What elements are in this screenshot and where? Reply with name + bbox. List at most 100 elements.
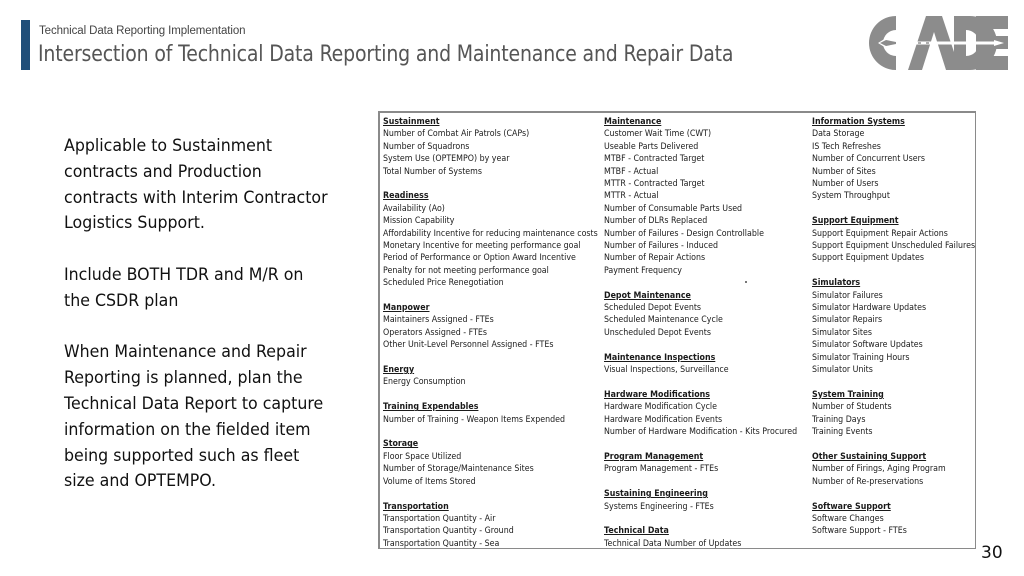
stray-dot xyxy=(745,281,747,283)
table-item: Energy Consumption xyxy=(383,377,466,388)
table-group: Simulators Simulator Failures Simulator Ha… xyxy=(812,277,989,376)
cade-logo-dart-icon xyxy=(869,16,1008,70)
table-item: Number of Squadrons xyxy=(383,141,470,152)
table-item: System Throughput xyxy=(812,191,890,202)
table-item: IS Tech Refreshes xyxy=(812,141,881,152)
body-paragraph: When Maintenance and Repair Reporting is… xyxy=(64,342,324,492)
table-item: MTTR - Contracted Target xyxy=(604,179,705,190)
table-group: Information Systems Data Storage IS Tech R… xyxy=(812,116,989,203)
table-group-heading: Other Sustaining Support xyxy=(812,451,927,462)
table-item: Systems Engineering - FTEs xyxy=(604,501,714,512)
table-item: Number of Combat Air Patrols (CAPs) xyxy=(383,129,530,140)
table-item: Transportation Quantity - Sea xyxy=(383,538,500,549)
slide-subtitle: Technical Data Reporting Implementation xyxy=(39,25,246,37)
table-item: Visual Inspections, Surveillance xyxy=(604,365,729,376)
table-item: Floor Space Utilized xyxy=(383,451,462,462)
table-group-heading: Depot Maintenance xyxy=(604,290,691,301)
table-item: Hardware Modification Events xyxy=(604,414,723,425)
table-group-heading: Transportation xyxy=(383,501,449,512)
table-group-heading: Training Expendables xyxy=(383,402,479,413)
table-group-heading: Program Management xyxy=(604,451,704,462)
table-item: Support Equipment Updates xyxy=(812,253,924,264)
table-item: Number of Storage/Maintenance Sites xyxy=(383,464,534,475)
table-item: Software Support - FTEs xyxy=(812,526,907,537)
table-group: Training Expendables Number of Training -… xyxy=(383,401,616,426)
table-item: MTTR - Actual xyxy=(604,191,659,202)
table-group: Depot Maintenance Scheduled Depot Events S… xyxy=(604,290,814,340)
table-group-heading: Information Systems xyxy=(812,117,905,127)
body-paragraph: Include BOTH TDR and M/R on the CSDR pla… xyxy=(64,264,304,311)
table-group-heading: Software Support xyxy=(812,501,891,512)
table-item: Affordability Incentive for reducing mai… xyxy=(383,228,598,239)
table-item: Simulator Training Hours xyxy=(812,352,910,363)
table-group-heading: Simulators xyxy=(812,278,861,289)
table-group-heading: Maintenance xyxy=(604,117,662,127)
table-group-heading: Technical Data xyxy=(604,526,669,537)
table-item: Useable Parts Delivered xyxy=(604,141,699,152)
table-group: Storage Floor Space Utilized Number of Sto… xyxy=(383,438,616,488)
table-group: Transportation Transportation Quantity - … xyxy=(383,501,616,551)
table-group-heading: Readiness xyxy=(383,191,429,202)
table-group: Maintenance Customer Wait Time (CWT) Useab… xyxy=(604,116,814,277)
table-item: Number of Failures - Induced xyxy=(604,241,719,252)
title-accent-bar xyxy=(21,20,30,70)
table-item: Hardware Modification Cycle xyxy=(604,402,718,413)
table-item: Other Unit-Level Personnel Assigned - FT… xyxy=(383,340,554,351)
table-item: Volume of Items Stored xyxy=(383,476,476,487)
table-item: Mission Capability xyxy=(383,216,455,227)
table-item: Number of Failures - Design Controllable xyxy=(604,228,764,239)
table-group: Program Management Program Management - F… xyxy=(604,451,814,476)
page-number: 30 xyxy=(981,543,1003,563)
table-group: Sustaining Engineering Systems Engineerin… xyxy=(604,488,814,513)
table-group: Software Support Software Changes Software… xyxy=(812,501,989,538)
table-item: Simulator Hardware Updates xyxy=(812,303,927,314)
table-item: Simulator Sites xyxy=(812,327,872,338)
table-item: Number of DLRs Replaced xyxy=(604,216,708,227)
table-item: Software Changes xyxy=(812,513,884,524)
table-group: Hardware Modifications Hardware Modificat… xyxy=(604,389,814,439)
body-paragraph: Applicable to Sustainment contracts and … xyxy=(64,136,328,234)
table-group-heading: Sustainment xyxy=(383,117,440,127)
table-item: MTBF - Contracted Target xyxy=(604,154,705,165)
table-group: Sustainment Number of Combat Air Patrols … xyxy=(383,116,616,178)
table-item: Transportation Quantity - Air xyxy=(383,513,496,524)
table-group-heading: System Training xyxy=(812,389,884,400)
table-item: Number of Re-preservations xyxy=(812,476,924,487)
table-group-heading: Storage xyxy=(383,439,419,450)
body-text: Applicable to Sustainment contracts and … xyxy=(64,134,334,521)
table-item: System Use (OPTEMPO) by year xyxy=(383,154,510,165)
table-item: Monetary Incentive for meeting performan… xyxy=(383,241,581,252)
table-item: Penalty for not meeting performance goal xyxy=(383,265,549,276)
cade-logo xyxy=(866,14,1010,72)
table-group-heading: Energy xyxy=(383,365,415,376)
table-item: Simulator Failures xyxy=(812,290,883,301)
table-group: Maintenance Inspections Visual Inspection… xyxy=(604,352,814,377)
table-group: Other Sustaining Support Number of Firing… xyxy=(812,451,989,488)
table-group: Energy Energy Consumption xyxy=(383,364,616,389)
table-column-1: Sustainment Number of Combat Air Patrols … xyxy=(383,116,616,563)
table-item: Simulator Software Updates xyxy=(812,340,923,351)
table-item: Number of Consumable Parts Used xyxy=(604,203,743,214)
table-item: Period of Performance or Option Award In… xyxy=(383,253,576,264)
table-item: Training Days xyxy=(812,414,866,425)
table-item: Data Storage xyxy=(812,129,865,140)
table-item: Number of Hardware Modification - Kits P… xyxy=(604,427,798,438)
table-item: Number of Repair Actions xyxy=(604,253,706,264)
table-item: Number of Training - Weapon Items Expend… xyxy=(383,414,566,425)
table-item: Operators Assigned - FTEs xyxy=(383,327,488,338)
table-item: Scheduled Maintenance Cycle xyxy=(604,315,723,326)
table-group: Readiness Availability (Ao) Mission Capabi… xyxy=(383,190,616,289)
table-item: Unscheduled Depot Events xyxy=(604,327,711,338)
table-group: System Training Number of Students Trainin… xyxy=(812,389,989,439)
table-item: Number of Users xyxy=(812,179,879,190)
table-item: Total Number of Systems xyxy=(383,166,482,177)
table-group-heading: Manpower xyxy=(383,303,430,314)
table-item: Number of Concurrent Users xyxy=(812,154,925,165)
table-item: Support Equipment Repair Actions xyxy=(812,228,948,239)
table-group-heading: Support Equipment xyxy=(812,216,899,227)
table-item: Program Management - FTEs xyxy=(604,464,719,475)
table-group-heading: Sustaining Engineering xyxy=(604,489,708,500)
table-column-2: Maintenance Customer Wait Time (CWT) Useab… xyxy=(604,116,814,563)
table-item: Technical Data Number of Updates xyxy=(604,538,742,549)
table-column-3: Information Systems Data Storage IS Tech R… xyxy=(812,116,989,550)
